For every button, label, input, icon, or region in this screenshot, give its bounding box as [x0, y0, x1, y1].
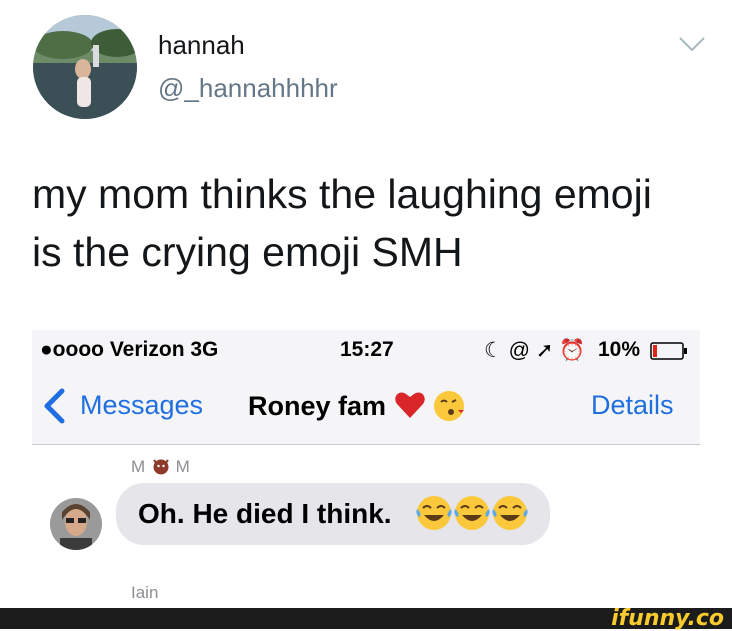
conversation-title: Roney fam — [248, 390, 465, 422]
battery-percent: 10% — [598, 338, 641, 361]
tears-of-joy-emoji-icon — [416, 496, 452, 530]
clock: 15:27 — [340, 338, 394, 361]
status-icons: ☾ @ ➚ ⏰ — [484, 339, 586, 362]
tweet: hannah @_hannahhhhr my mom thinks the la… — [0, 0, 732, 608]
nav-bar: Messages Roney fam Details — [32, 370, 700, 445]
brand-watermark: ifunny.co — [611, 606, 724, 631]
message-bubble[interactable]: Oh. He died I think. — [116, 483, 550, 545]
sender-name: M M M M — [131, 457, 191, 476]
tears-of-joy-emoji-icon — [454, 496, 490, 530]
chevron-left-icon[interactable] — [42, 388, 66, 424]
message-thread: M M M M — [32, 445, 700, 608]
kissing-face-emoji-icon — [434, 391, 465, 421]
tweet-text: my mom thinks the laughing emoji is the … — [32, 165, 712, 281]
status-bar: ●oooo Verizon 3G 15:27 ☾ @ ➚ ⏰ 10% — [32, 330, 700, 370]
profile-avatar[interactable] — [33, 15, 137, 119]
details-button[interactable]: Details — [591, 390, 674, 421]
battery-icon — [650, 342, 687, 360]
heart-emoji-icon — [394, 392, 425, 418]
carrier-label: ●oooo Verizon 3G — [40, 338, 219, 361]
conversation-name: Roney fam — [248, 391, 387, 421]
chevron-down-icon[interactable] — [678, 34, 706, 54]
tears-of-joy-emoji-icon — [492, 496, 528, 530]
tweet-text-line: my mom thinks the laughing emoji — [32, 171, 652, 217]
display-name[interactable]: hannah — [158, 30, 245, 61]
watermark-bar: ifunny.co — [0, 606, 732, 631]
next-sender-name: Iain — [131, 583, 159, 602]
embedded-screenshot: ●oooo Verizon 3G 15:27 ☾ @ ➚ ⏰ 10% Messa… — [32, 330, 700, 608]
tweet-text-line: is the crying emoji SMH — [32, 229, 463, 275]
user-handle[interactable]: @_hannahhhhr — [158, 73, 338, 104]
back-button[interactable]: Messages — [80, 390, 203, 421]
message-text: Oh. He died I think. — [138, 498, 392, 529]
devil-emoji-icon — [153, 459, 169, 475]
contact-avatar[interactable] — [50, 498, 102, 550]
